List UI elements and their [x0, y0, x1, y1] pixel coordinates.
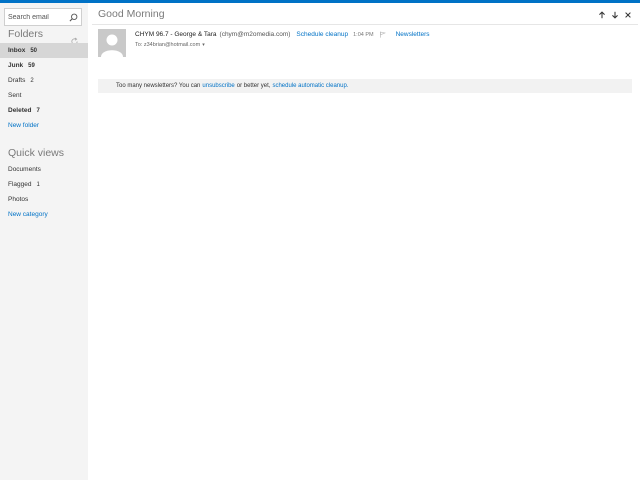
sidebar-item-count: 59	[28, 62, 35, 69]
sidebar-item-inbox[interactable]: Inbox 50	[0, 43, 88, 58]
header-divider	[92, 24, 638, 25]
sender-name[interactable]: CHYM 96.7 - George & Tara	[135, 31, 217, 38]
sidebar: Folders Inbox 50 Junk 59 Drafts 2 Sent D…	[0, 3, 88, 480]
sidebar-item-sent[interactable]: Sent	[0, 88, 88, 103]
recipient-address: To: z34brian@hotmail.com	[135, 42, 201, 48]
sidebar-item-count: 2	[30, 77, 34, 84]
sidebar-item-count: 7	[36, 107, 40, 114]
sender-email: (chym@m2omedia.com)	[219, 31, 291, 38]
newsletter-notice-bar: Too many newsletters? You can unsubscrib…	[98, 79, 632, 93]
top-accent-bar	[0, 0, 640, 3]
sidebar-item-deleted[interactable]: Deleted 7	[0, 103, 88, 118]
arrow-down-icon[interactable]	[610, 10, 619, 19]
message-subject: Good Morning	[98, 8, 165, 20]
schedule-cleanup-link[interactable]: Schedule cleanup	[296, 31, 348, 38]
sidebar-item-label: Inbox	[8, 47, 26, 54]
sidebar-item-drafts[interactable]: Drafts 2	[0, 73, 88, 88]
message-meta-line: CHYM 96.7 - George & Tara (chym@m2omedia…	[135, 31, 430, 38]
flag-icon[interactable]	[379, 31, 386, 38]
recipient-line: To: z34brian@hotmail.com ▾	[135, 42, 205, 48]
sidebar-item-count: 1	[36, 181, 40, 188]
sidebar-item-label: Drafts	[8, 77, 26, 84]
message-nav-actions	[597, 10, 632, 19]
sidebar-item-label: Documents	[8, 166, 41, 173]
sidebar-item-label: Deleted	[8, 107, 32, 114]
quick-views-heading: Quick views	[8, 147, 65, 159]
search-icon[interactable]	[68, 12, 78, 22]
sidebar-item-count: 50	[30, 47, 38, 54]
close-icon[interactable]	[623, 10, 632, 19]
message-header: CHYM 96.7 - George & Tara (chym@m2omedia…	[97, 28, 632, 60]
search-box[interactable]	[4, 8, 82, 26]
notice-text-middle: or better yet,	[236, 83, 271, 89]
new-category-link[interactable]: New category	[0, 207, 88, 222]
search-input[interactable]	[8, 13, 66, 21]
sidebar-item-junk[interactable]: Junk 59	[0, 58, 88, 73]
refresh-icon[interactable]	[70, 33, 79, 45]
category-link[interactable]: Newsletters	[396, 31, 430, 38]
sidebar-item-flagged[interactable]: Flagged 1	[0, 177, 88, 192]
sidebar-item-photos[interactable]: Photos	[0, 192, 88, 207]
recipient-expand-toggle[interactable]: ▾	[202, 42, 205, 48]
sidebar-item-label: Photos	[8, 196, 29, 203]
sidebar-item-label: Flagged	[8, 181, 32, 188]
notice-text-before: Too many newsletters? You can	[116, 83, 201, 89]
folders-heading: Folders	[8, 28, 44, 40]
sidebar-item-label: Sent	[8, 92, 22, 99]
arrow-up-icon[interactable]	[597, 10, 606, 19]
new-folder-link[interactable]: New folder	[0, 118, 88, 133]
new-category-label: New category	[8, 211, 48, 218]
new-folder-label: New folder	[8, 122, 40, 129]
unsubscribe-link[interactable]: unsubscribe	[202, 83, 234, 89]
avatar	[98, 29, 126, 57]
sidebar-item-documents[interactable]: Documents	[0, 162, 88, 177]
message-time: 1:04 PM	[353, 31, 374, 38]
schedule-automatic-cleanup-link[interactable]: schedule automatic cleanup.	[272, 83, 348, 89]
sidebar-item-label: Junk	[8, 62, 24, 69]
